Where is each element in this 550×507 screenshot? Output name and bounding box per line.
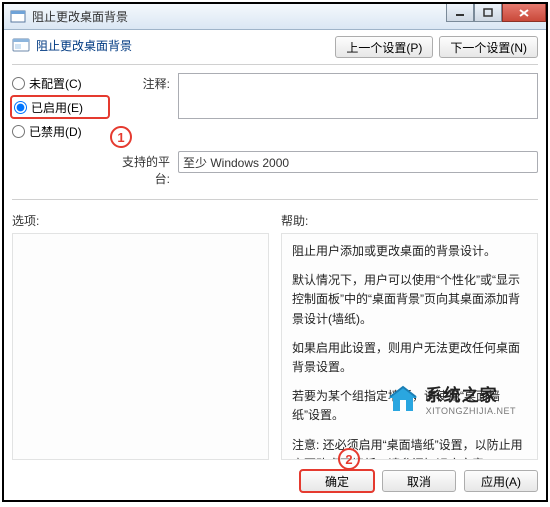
radio-enabled-input[interactable] [14, 101, 27, 114]
help-p4: 若要为某个组指定墙纸，请使用“桌面墙纸”设置。 [292, 387, 527, 425]
close-button[interactable] [502, 4, 546, 22]
options-box [12, 233, 269, 460]
platform-text: 至少 Windows 2000 [183, 154, 289, 171]
help-p3: 如果启用此设置，则用户无法更改任何桌面背景设置。 [292, 339, 527, 377]
policy-title: 阻止更改桌面背景 [36, 37, 132, 54]
cancel-button[interactable]: 取消 [382, 470, 456, 492]
divider-2 [12, 199, 538, 200]
title-bar: 阻止更改桌面背景 [4, 4, 546, 30]
prev-setting-button[interactable]: 上一个设置(P) [335, 36, 433, 58]
divider [12, 64, 538, 65]
ok-button[interactable]: 确定 [300, 470, 374, 492]
next-setting-button[interactable]: 下一个设置(N) [439, 36, 538, 58]
options-label: 选项: [12, 212, 269, 229]
apply-button[interactable]: 应用(A) [464, 470, 538, 492]
comment-label: 注释: [108, 73, 178, 92]
radio-not-configured-input[interactable] [12, 77, 25, 90]
help-box: 阻止用户添加或更改桌面的背景设计。 默认情况下，用户可以使用“个性化”或“显示控… [281, 233, 538, 460]
minimize-button[interactable] [446, 4, 474, 22]
help-label: 帮助: [281, 212, 538, 229]
help-p1: 阻止用户添加或更改桌面的背景设计。 [292, 242, 527, 261]
maximize-button[interactable] [474, 4, 502, 22]
policy-icon [12, 36, 30, 54]
platform-label: 支持的平台: [108, 151, 178, 187]
radio-enabled-label: 已启用(E) [31, 99, 83, 116]
radio-not-configured-label: 未配置(C) [29, 75, 82, 92]
platform-box: 至少 Windows 2000 [178, 151, 538, 173]
radio-not-configured[interactable]: 未配置(C) [12, 73, 108, 93]
radio-disabled-input[interactable] [12, 125, 25, 138]
help-p5: 注意: 还必须启用“桌面墙纸”设置，以防止用户更改桌面墙纸。请参阅知识库文章 Q… [292, 436, 527, 461]
radio-disabled[interactable]: 已禁用(D) [12, 121, 108, 141]
window-title: 阻止更改桌面背景 [32, 8, 128, 25]
radio-enabled[interactable]: 已启用(E) [12, 97, 108, 117]
help-p2: 默认情况下，用户可以使用“个性化”或“显示控制面板”中的“桌面背景”页向其桌面添… [292, 271, 527, 329]
radio-disabled-label: 已禁用(D) [29, 123, 82, 140]
window-icon [10, 9, 26, 25]
